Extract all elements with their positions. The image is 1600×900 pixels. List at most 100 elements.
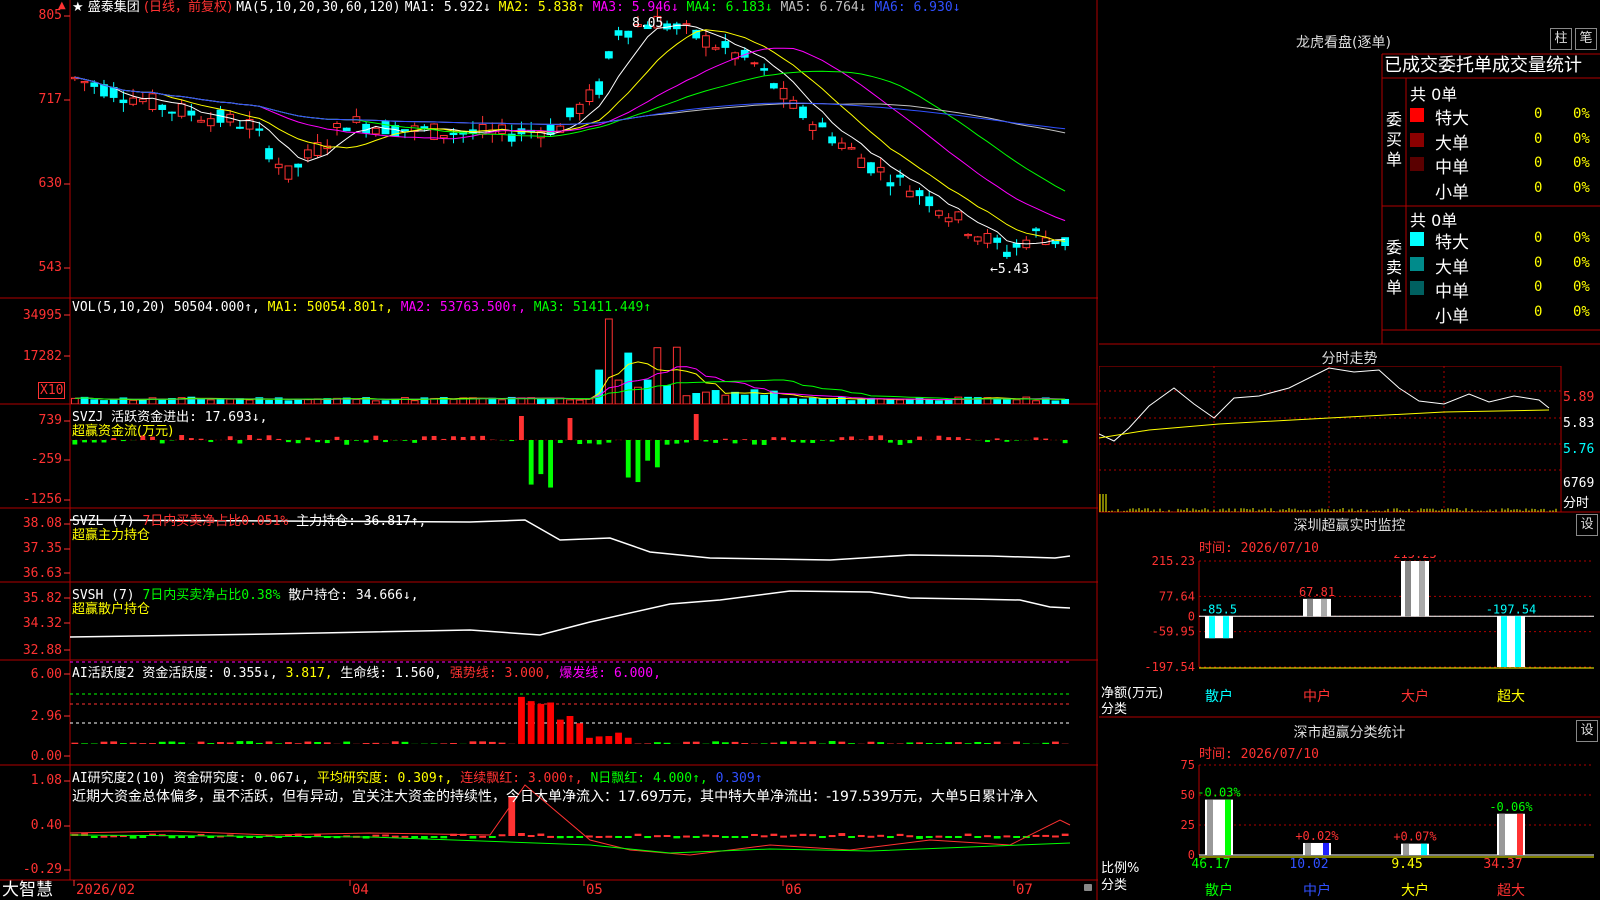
column-view-button[interactable]: 柱 — [1550, 28, 1572, 50]
svzj-bar — [324, 440, 330, 444]
ai-research-bar — [945, 836, 953, 838]
ai-active-bar — [139, 743, 147, 744]
ai-research-bar — [799, 833, 807, 836]
ai-active-bar — [799, 742, 807, 744]
favorite-star-icon[interactable]: ★ — [72, 0, 84, 15]
svzj-axis-label: -259 — [30, 452, 62, 467]
volume-bar — [682, 395, 691, 404]
ai-active-bar — [576, 723, 584, 744]
bar-axis-label: -59.95 — [1152, 625, 1195, 639]
ai-active-bar — [547, 702, 554, 744]
sz-monitor-settings-button[interactable]: 设 — [1576, 514, 1598, 536]
sz-class-settings-button[interactable]: 设 — [1576, 720, 1598, 742]
main-chart-area[interactable]: ★ 盛泰集团 (日线，前复权) MA(5,10,20,30,60,120) MA… — [0, 0, 1098, 900]
ai-research-bar — [1013, 836, 1020, 838]
ai-active-bar — [1052, 741, 1059, 744]
class-bar-shade — [1305, 842, 1311, 855]
order-percent: 0% — [1573, 303, 1590, 320]
monitor-bar-shade — [1515, 616, 1521, 667]
ai-active-bar — [362, 743, 370, 744]
ai-research-bar — [556, 836, 564, 839]
tick-view-button[interactable]: 笔 — [1575, 28, 1597, 50]
ai-active-bar — [343, 741, 351, 744]
ai-research-v3: 连续飘红: 3.000↑, — [460, 771, 583, 786]
svzj-bar — [684, 440, 689, 443]
monitor-bar — [1205, 616, 1233, 639]
candle-body — [255, 128, 264, 131]
period-label[interactable]: (日线，前复权) — [144, 0, 232, 15]
ai-research-title: AI研究度2(10) — [72, 771, 166, 786]
ai-research-comment: 近期大资金总体偏多，虽不活跃，但有异动，宜关注大资金的持续性，今日大单净流入：1… — [72, 789, 1038, 805]
ai-research-bar — [974, 836, 982, 838]
lock-icon[interactable] — [1084, 884, 1092, 891]
candle-body — [585, 89, 594, 102]
svsh-axis-label: 32.88 — [22, 643, 62, 658]
candle-body — [915, 190, 924, 197]
ai-research-bar — [964, 833, 972, 836]
ai-research-bar — [1061, 833, 1069, 836]
volume-ma-line — [74, 366, 1066, 401]
svzj-bar — [159, 440, 165, 444]
svzj-bar — [344, 440, 350, 445]
vol-unit-badge: X10 — [38, 382, 66, 399]
svzj-bar — [703, 440, 709, 442]
monitor-bar — [1401, 561, 1429, 617]
svzj-bar — [188, 438, 194, 440]
ai-active-bar — [683, 741, 690, 744]
candle-body — [381, 120, 390, 135]
svzj-bar — [994, 438, 1000, 440]
ai-active-axis-label: 2.96 — [30, 709, 62, 724]
svzj-bar — [72, 440, 78, 445]
ai-active-title: AI活跃度2 — [72, 666, 135, 681]
order-volume: 0 — [1534, 303, 1543, 320]
svzj-bar — [722, 438, 728, 440]
ai-active-v3: 生命线: 1.560, — [340, 666, 443, 681]
sz-class-xlabel: 分类 — [1101, 878, 1128, 893]
candle-body — [303, 149, 312, 159]
candle-body — [721, 41, 730, 48]
ai-research-bar — [178, 836, 186, 838]
ai-active-bar — [440, 743, 448, 744]
ai-active-bar — [71, 742, 79, 744]
candle-body — [818, 122, 827, 128]
class-bar-shade — [1207, 799, 1213, 855]
ai-active-bar — [275, 743, 283, 744]
ai-research-bar — [877, 834, 885, 837]
ai-active-bar — [838, 741, 846, 744]
ai-research-bar — [673, 836, 681, 839]
class-bar-shade — [1403, 843, 1409, 855]
intraday-frame — [1099, 366, 1562, 512]
ai-active-bar — [498, 742, 506, 744]
ai-research-bar — [372, 834, 380, 837]
ai-research-v1: 资金研究度: 0.067↓, — [173, 771, 310, 786]
sz-class-chart[interactable]: 7550250-0.03%46.17散户+0.02%10.02中户+0.07%9… — [1099, 755, 1600, 900]
order-volume: 0 — [1534, 279, 1543, 295]
sz-monitor-chart[interactable]: 215.23 77.64 0 -59.95 -197.54 -85.5 散户 67.81 中户 2… — [1099, 555, 1600, 717]
intraday-chart[interactable] — [1099, 366, 1600, 512]
candle-body — [177, 103, 186, 117]
svzj-bar — [654, 440, 660, 468]
order-volume: 0 — [1534, 155, 1543, 171]
class-category-label: 超大 — [1497, 883, 1525, 899]
ai-active-bar — [246, 741, 254, 744]
longhu-subtitle: 已成交委托单成交量统计 — [1384, 55, 1582, 76]
candle-body — [168, 111, 176, 114]
ai-research-v4: N日飘红: 4.000↑, — [590, 771, 708, 786]
svzl-axis-label: 38.08 — [22, 516, 62, 531]
order-percent: 0% — [1573, 155, 1590, 171]
svzj-bar — [1043, 438, 1049, 440]
sz-class-title: 深市超赢分类统计 — [1293, 725, 1406, 741]
volume-bar — [1022, 396, 1031, 404]
sz-monitor-time: 时间: 2026/07/10 — [1199, 541, 1319, 556]
volume-bar — [643, 379, 652, 404]
monitor-bar-shade — [1405, 561, 1411, 617]
stock-name: 盛泰集团 — [87, 0, 140, 15]
ai-active-bar — [120, 743, 127, 744]
ai-research-bar — [430, 836, 438, 838]
svzj-bar — [363, 440, 369, 443]
svzj-bar — [82, 440, 87, 443]
candle-body — [430, 123, 438, 140]
volume-bar — [740, 394, 749, 404]
candle-body — [711, 47, 720, 50]
kline-chart[interactable] — [70, 0, 1097, 298]
